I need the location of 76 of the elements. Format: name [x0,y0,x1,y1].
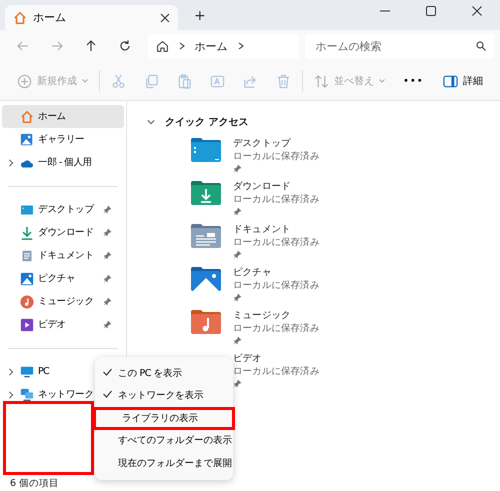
chevron-right-icon[interactable] [7,390,15,398]
music-icon [20,294,34,308]
sidebar-item[interactable]: デスクトップ [2,198,124,221]
search-box[interactable]: ホームの検索 [305,34,494,58]
gallery-icon [20,132,34,146]
share-icon [243,74,258,88]
document-folder-icon [190,223,222,249]
add-icon [17,74,32,88]
monitor-icon [19,364,35,378]
details-button[interactable]: 詳細 [434,67,492,95]
breadcrumb-link[interactable]: ホーム [194,38,228,54]
menu-item[interactable]: ライブラリの表示 [93,407,235,430]
search-icon [476,41,486,51]
folder-name[interactable]: ダウンロード [233,180,320,193]
folder-name[interactable]: デスクトップ [233,137,320,150]
music-folder-icon [190,309,222,335]
more-button[interactable]: ••• [394,67,433,95]
folder-status: ローカルに保存済み [233,322,320,335]
rename-icon [210,74,225,88]
network-icon [19,388,35,402]
download-folder-icon [190,180,222,206]
search-field[interactable]: ホームの検索 [313,38,476,54]
folder-name[interactable]: ビデオ [233,352,320,365]
sidebar-item[interactable]: ミュージック [2,290,124,313]
menu-item[interactable]: 現在のフォルダーまで展開 [95,452,233,474]
chevron-down-icon[interactable] [147,118,155,126]
chevron-right-icon[interactable] [7,158,15,166]
home-outline-icon[interactable] [156,40,169,52]
up-icon[interactable] [84,40,97,52]
document-icon [21,248,33,262]
item-count: 6 個の項目 [10,476,60,490]
sidebar-item[interactable]: ホーム [2,105,124,128]
sidebar-item[interactable]: ドキュメント [2,244,124,267]
folder-status: ローカルに保存済み [233,279,320,292]
video-icon [20,318,34,332]
minimize-icon[interactable] [380,10,390,12]
close-icon[interactable] [472,6,482,16]
download-icon [20,226,34,240]
folder-status: ローカルに保存済み [233,365,320,378]
chevron-right-icon[interactable] [7,368,15,376]
folder-status: ローカルに保存済み [233,193,320,206]
sidebar-item[interactable]: ダウンロード [2,221,124,244]
browser-tab[interactable]: ホーム [5,5,178,30]
picture-folder-icon [190,266,222,292]
sidebar-item[interactable]: ピクチャ [2,267,124,290]
refresh-icon[interactable] [118,40,131,52]
caret-icon [379,79,385,83]
menu-item[interactable]: すべてのフォルダーの表示 [95,430,233,452]
chevron-right-icon[interactable] [238,42,244,50]
close-icon[interactable] [160,12,170,22]
copy-icon [144,74,159,88]
maximize-icon[interactable] [426,6,436,16]
sidebar-item[interactable]: ビデオ [2,313,124,336]
sidebar-item[interactable]: 一郎 - 個人用 [2,151,124,174]
desktop-folder-icon [190,137,222,163]
chevron-right-icon[interactable] [178,42,185,50]
menu-item[interactable]: ネットワークを表示 [95,384,233,407]
new-tab-button[interactable]: + [190,8,210,24]
trash-icon [276,74,291,88]
folder-status: ローカルに保存済み [233,150,320,163]
section-heading[interactable]: クイック アクセス [165,115,248,129]
scissors-icon [111,74,126,88]
details-pane-icon [443,74,458,88]
clipboard-icon [177,74,192,88]
folder-name[interactable]: ドキュメント [233,223,320,236]
sort-icon [314,74,329,88]
folder-status: ローカルに保存済み [233,236,320,249]
picture-icon [20,272,34,286]
folder-name[interactable]: ピクチャ [233,266,320,279]
desktop-icon [20,204,34,216]
home-icon [20,110,34,124]
menu-item[interactable]: この PC を表示 [95,362,233,384]
caret-icon [82,79,88,83]
folder-name[interactable]: ミュージック [233,309,320,322]
sidebar-item[interactable]: ギャラリー [2,128,124,151]
home-icon [13,10,27,24]
